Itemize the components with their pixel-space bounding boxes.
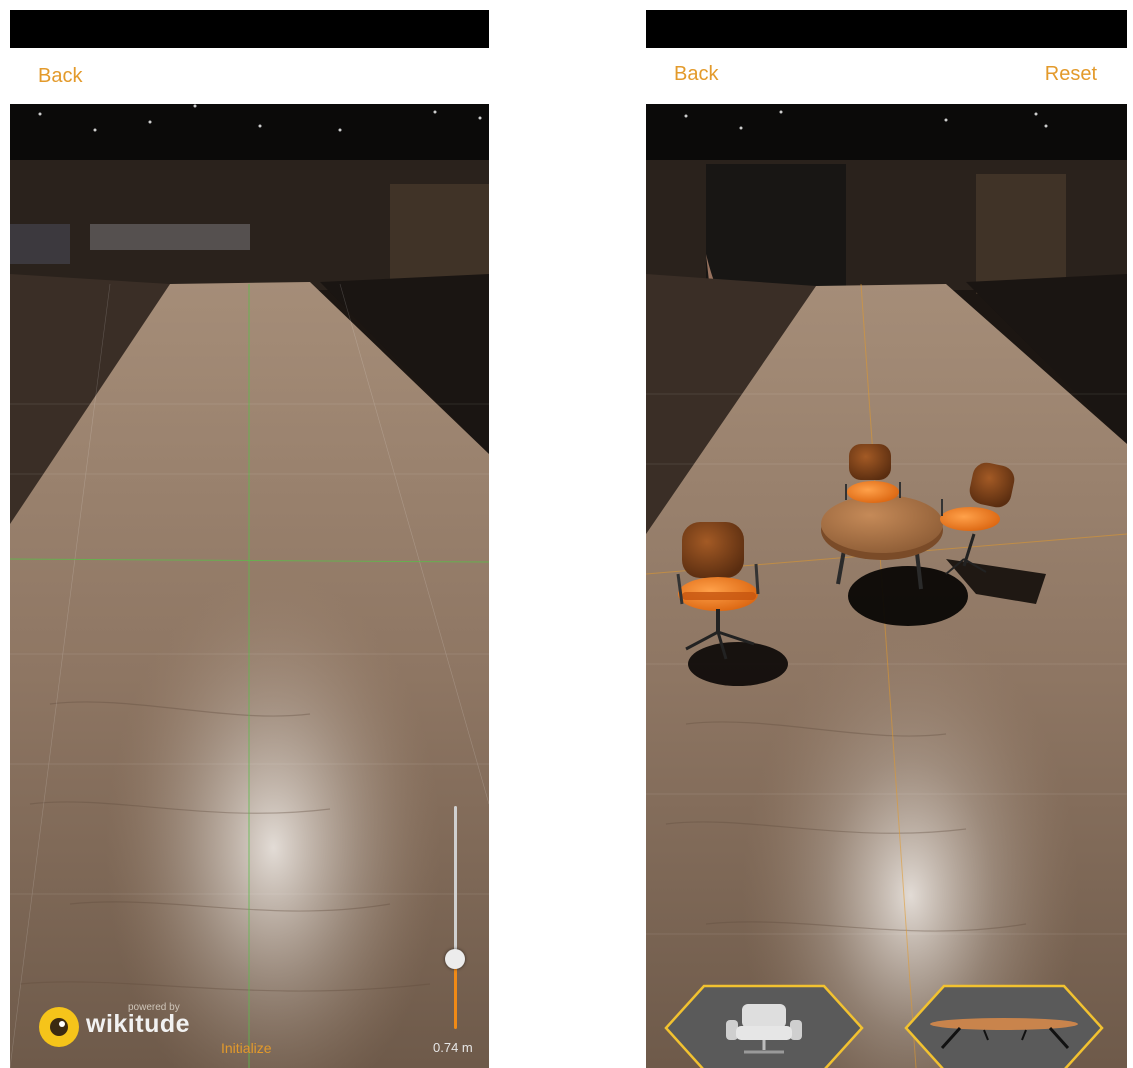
wikitude-eye-icon: [39, 1007, 79, 1047]
brand-wordmark: wikitude: [86, 1010, 191, 1038]
distance-slider-thumb[interactable]: [445, 949, 465, 969]
camera-scene: [10, 104, 489, 1068]
status-bar: [646, 10, 1127, 48]
back-button[interactable]: Back: [38, 65, 82, 88]
chair-model-button[interactable]: [664, 984, 864, 1068]
left-phone-screen: Back 0.74 m Initialize powered by wikitu…: [10, 0, 489, 1068]
distance-slider-fill: [454, 959, 457, 1029]
wikitude-logo: powered by wikitude: [38, 1000, 208, 1050]
initialize-button[interactable]: Initialize: [221, 1040, 272, 1056]
table-model-button[interactable]: [904, 984, 1104, 1068]
reset-button[interactable]: Reset: [1045, 63, 1097, 86]
back-button[interactable]: Back: [674, 63, 718, 86]
distance-slider-track[interactable]: [454, 806, 457, 956]
status-bar: [10, 10, 489, 48]
right-phone-screen: Back Reset: [646, 0, 1127, 1068]
ar-camera-view[interactable]: 0.74 m Initialize powered by wikitude: [10, 104, 489, 1068]
distance-readout: 0.74 m: [433, 1040, 473, 1055]
nav-bar: Back: [10, 48, 489, 104]
nav-bar: Back Reset: [646, 48, 1127, 104]
ar-camera-view[interactable]: [646, 104, 1127, 1068]
camera-scene: [646, 104, 1127, 1068]
